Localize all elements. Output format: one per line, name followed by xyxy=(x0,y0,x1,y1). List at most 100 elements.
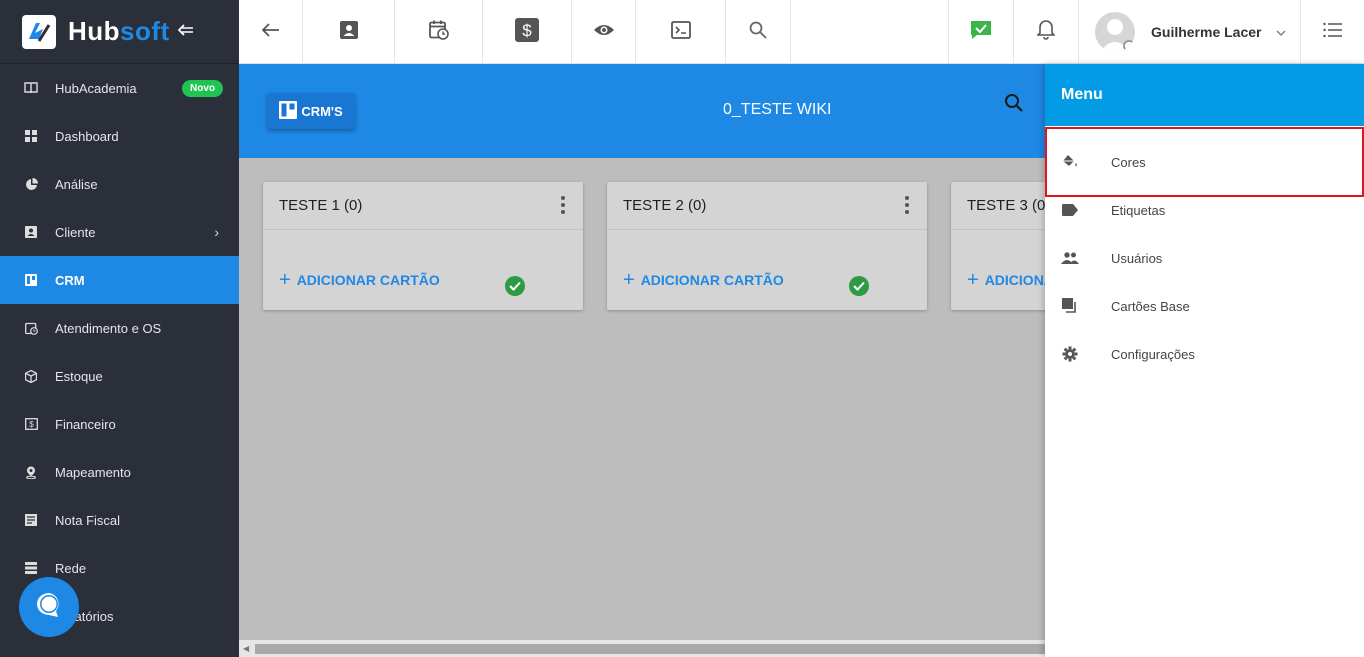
menu-item-usuarios[interactable]: Usuários xyxy=(1045,234,1364,282)
dashboard-icon xyxy=(24,129,38,143)
user-menu[interactable]: Guilherme Lacer xyxy=(1079,0,1301,63)
chat-check-icon xyxy=(970,20,992,45)
column-options-icon[interactable] xyxy=(561,196,565,217)
add-card-label: ADICIONAR CARTÃO xyxy=(640,272,784,288)
crms-button-label: CRM'S xyxy=(301,103,343,119)
column-title: TESTE 1 (0) xyxy=(279,197,363,214)
search-button[interactable] xyxy=(726,0,791,64)
add-card-label: ADICIONAR CARTÃO xyxy=(984,272,1045,288)
box-icon xyxy=(24,369,38,383)
terminal-shortcut-button[interactable] xyxy=(636,0,726,64)
sidebar-item-atendimento[interactable]: Atendimento e OS xyxy=(0,304,239,352)
sidebar-item-label: Financeiro xyxy=(55,416,116,432)
list-menu-button[interactable] xyxy=(1301,0,1364,64)
chevron-down-icon xyxy=(1276,25,1286,39)
svg-text:$: $ xyxy=(29,420,34,429)
horizontal-scrollbar[interactable]: ◀ xyxy=(239,640,1045,657)
calendar-clock-icon xyxy=(24,321,38,335)
check-circle-icon xyxy=(505,276,525,296)
chat-widget-button[interactable] xyxy=(19,577,79,637)
gear-icon xyxy=(1061,345,1079,363)
plus-icon: + xyxy=(623,269,635,291)
plus-icon: + xyxy=(279,269,291,291)
menu-title: Menu xyxy=(1045,64,1364,126)
svg-text:$: $ xyxy=(522,21,532,40)
top-toolbar: $ Guilherme Lacer xyxy=(239,0,1364,64)
logo-text: Hubsoft xyxy=(68,16,170,46)
cards-copy-icon xyxy=(1061,297,1079,315)
sidebar-item-label: Mapeamento xyxy=(55,464,131,480)
search-icon xyxy=(749,21,767,44)
sidebar-item-cliente[interactable]: Cliente › xyxy=(0,208,239,256)
sidebar-item-label: Rede xyxy=(55,560,87,576)
add-card-label: ADICIONAR CARTÃO xyxy=(296,272,440,288)
sidebar-item-dashboard[interactable]: Dashboard xyxy=(0,112,239,160)
add-card-button[interactable]: + ADICIONAR CARTÃO xyxy=(967,270,1045,290)
sidebar-item-financeiro[interactable]: $ Financeiro xyxy=(0,400,239,448)
calendar-clock-icon xyxy=(428,20,449,45)
hubsoft-logo-icon xyxy=(22,14,56,49)
contact-card-icon xyxy=(24,225,38,239)
bell-icon xyxy=(1036,19,1056,45)
sidebar-item-label: Nota Fiscal xyxy=(55,512,121,528)
sidebar-item-label: CRM xyxy=(55,272,85,288)
sidebar-item-estoque[interactable]: Estoque xyxy=(0,352,239,400)
chat-tasks-button[interactable] xyxy=(949,0,1014,64)
crms-button[interactable]: CRM'S xyxy=(267,93,355,129)
label-tag-icon xyxy=(1061,201,1079,219)
chevron-right-icon: › xyxy=(214,224,219,240)
menu-item-label: Configurações xyxy=(1111,346,1195,362)
board-header: CRM'S 0_TESTE WIKI xyxy=(239,64,1045,158)
avatar xyxy=(1095,11,1135,52)
menu-item-configuracoes[interactable]: Configurações xyxy=(1045,330,1364,378)
menu-item-label: Cores xyxy=(1111,154,1146,170)
view-shortcut-button[interactable] xyxy=(572,0,636,64)
kanban-column: TESTE 3 (0) + ADICIONAR CARTÃO xyxy=(951,182,1045,310)
scroll-left-icon[interactable]: ◀ xyxy=(243,644,249,653)
notifications-button[interactable] xyxy=(1014,0,1079,64)
sidebar-item-hubacademia[interactable]: HubAcademia Novo xyxy=(0,64,239,112)
kanban-board: TESTE 1 (0) + ADICIONAR CARTÃO TESTE 2 (0… xyxy=(239,158,1045,640)
back-button[interactable] xyxy=(239,0,303,64)
menu-item-cartoes-base[interactable]: Cartões Base xyxy=(1045,282,1364,330)
sidebar-item-nota-fiscal[interactable]: Nota Fiscal xyxy=(0,496,239,544)
document-icon xyxy=(24,513,38,527)
column-header: TESTE 1 (0) xyxy=(263,182,583,230)
contact-card-icon xyxy=(339,20,358,44)
map-pin-icon xyxy=(24,465,38,479)
toolbar-spacer xyxy=(791,0,949,63)
sidebar-item-analise[interactable]: Análise xyxy=(0,160,239,208)
add-card-button[interactable]: + ADICIONAR CARTÃO xyxy=(623,269,784,291)
menu-item-label: Etiquetas xyxy=(1111,202,1166,218)
sidebar-item-label: Dashboard xyxy=(55,128,119,144)
pie-chart-icon xyxy=(24,177,38,191)
scrollbar-thumb[interactable] xyxy=(255,644,1045,654)
finance-shortcut-button[interactable]: $ xyxy=(483,0,572,64)
paint-bucket-icon xyxy=(1061,153,1079,171)
board-search-icon[interactable] xyxy=(1004,93,1024,118)
server-icon xyxy=(24,561,38,575)
user-name: Guilherme Lacer xyxy=(1151,23,1262,40)
new-badge: Novo xyxy=(182,80,223,97)
sidebar-item-crm[interactable]: CRM xyxy=(0,256,239,304)
board-title: 0_TESTE WIKI xyxy=(723,101,832,118)
sidebar-item-label: Cliente xyxy=(55,224,96,240)
logo-bar: Hubsoft xyxy=(0,0,239,64)
sidebar-item-label: Estoque xyxy=(55,368,103,384)
trello-board-icon xyxy=(24,273,38,287)
kanban-column: TESTE 1 (0) + ADICIONAR CARTÃO xyxy=(263,182,583,310)
collapse-sidebar-icon[interactable] xyxy=(177,21,194,42)
menu-item-etiquetas[interactable]: Etiquetas xyxy=(1045,186,1364,234)
dollar-box-icon: $ xyxy=(24,417,38,431)
kanban-column: TESTE 2 (0) + ADICIONAR CARTÃO xyxy=(607,182,927,310)
column-header: TESTE 3 (0) xyxy=(951,182,1045,230)
sidebar-item-mapeamento[interactable]: Mapeamento xyxy=(0,448,239,496)
dollar-box-icon: $ xyxy=(515,17,539,47)
menu-item-label: Cartões Base xyxy=(1111,298,1190,314)
sidebar-item-label: Atendimento e OS xyxy=(55,320,162,336)
service-orders-shortcut-button[interactable] xyxy=(395,0,483,64)
clients-shortcut-button[interactable] xyxy=(303,0,395,64)
add-card-button[interactable]: + ADICIONAR CARTÃO xyxy=(279,269,440,291)
column-options-icon[interactable] xyxy=(905,196,909,217)
users-icon xyxy=(1061,249,1079,267)
